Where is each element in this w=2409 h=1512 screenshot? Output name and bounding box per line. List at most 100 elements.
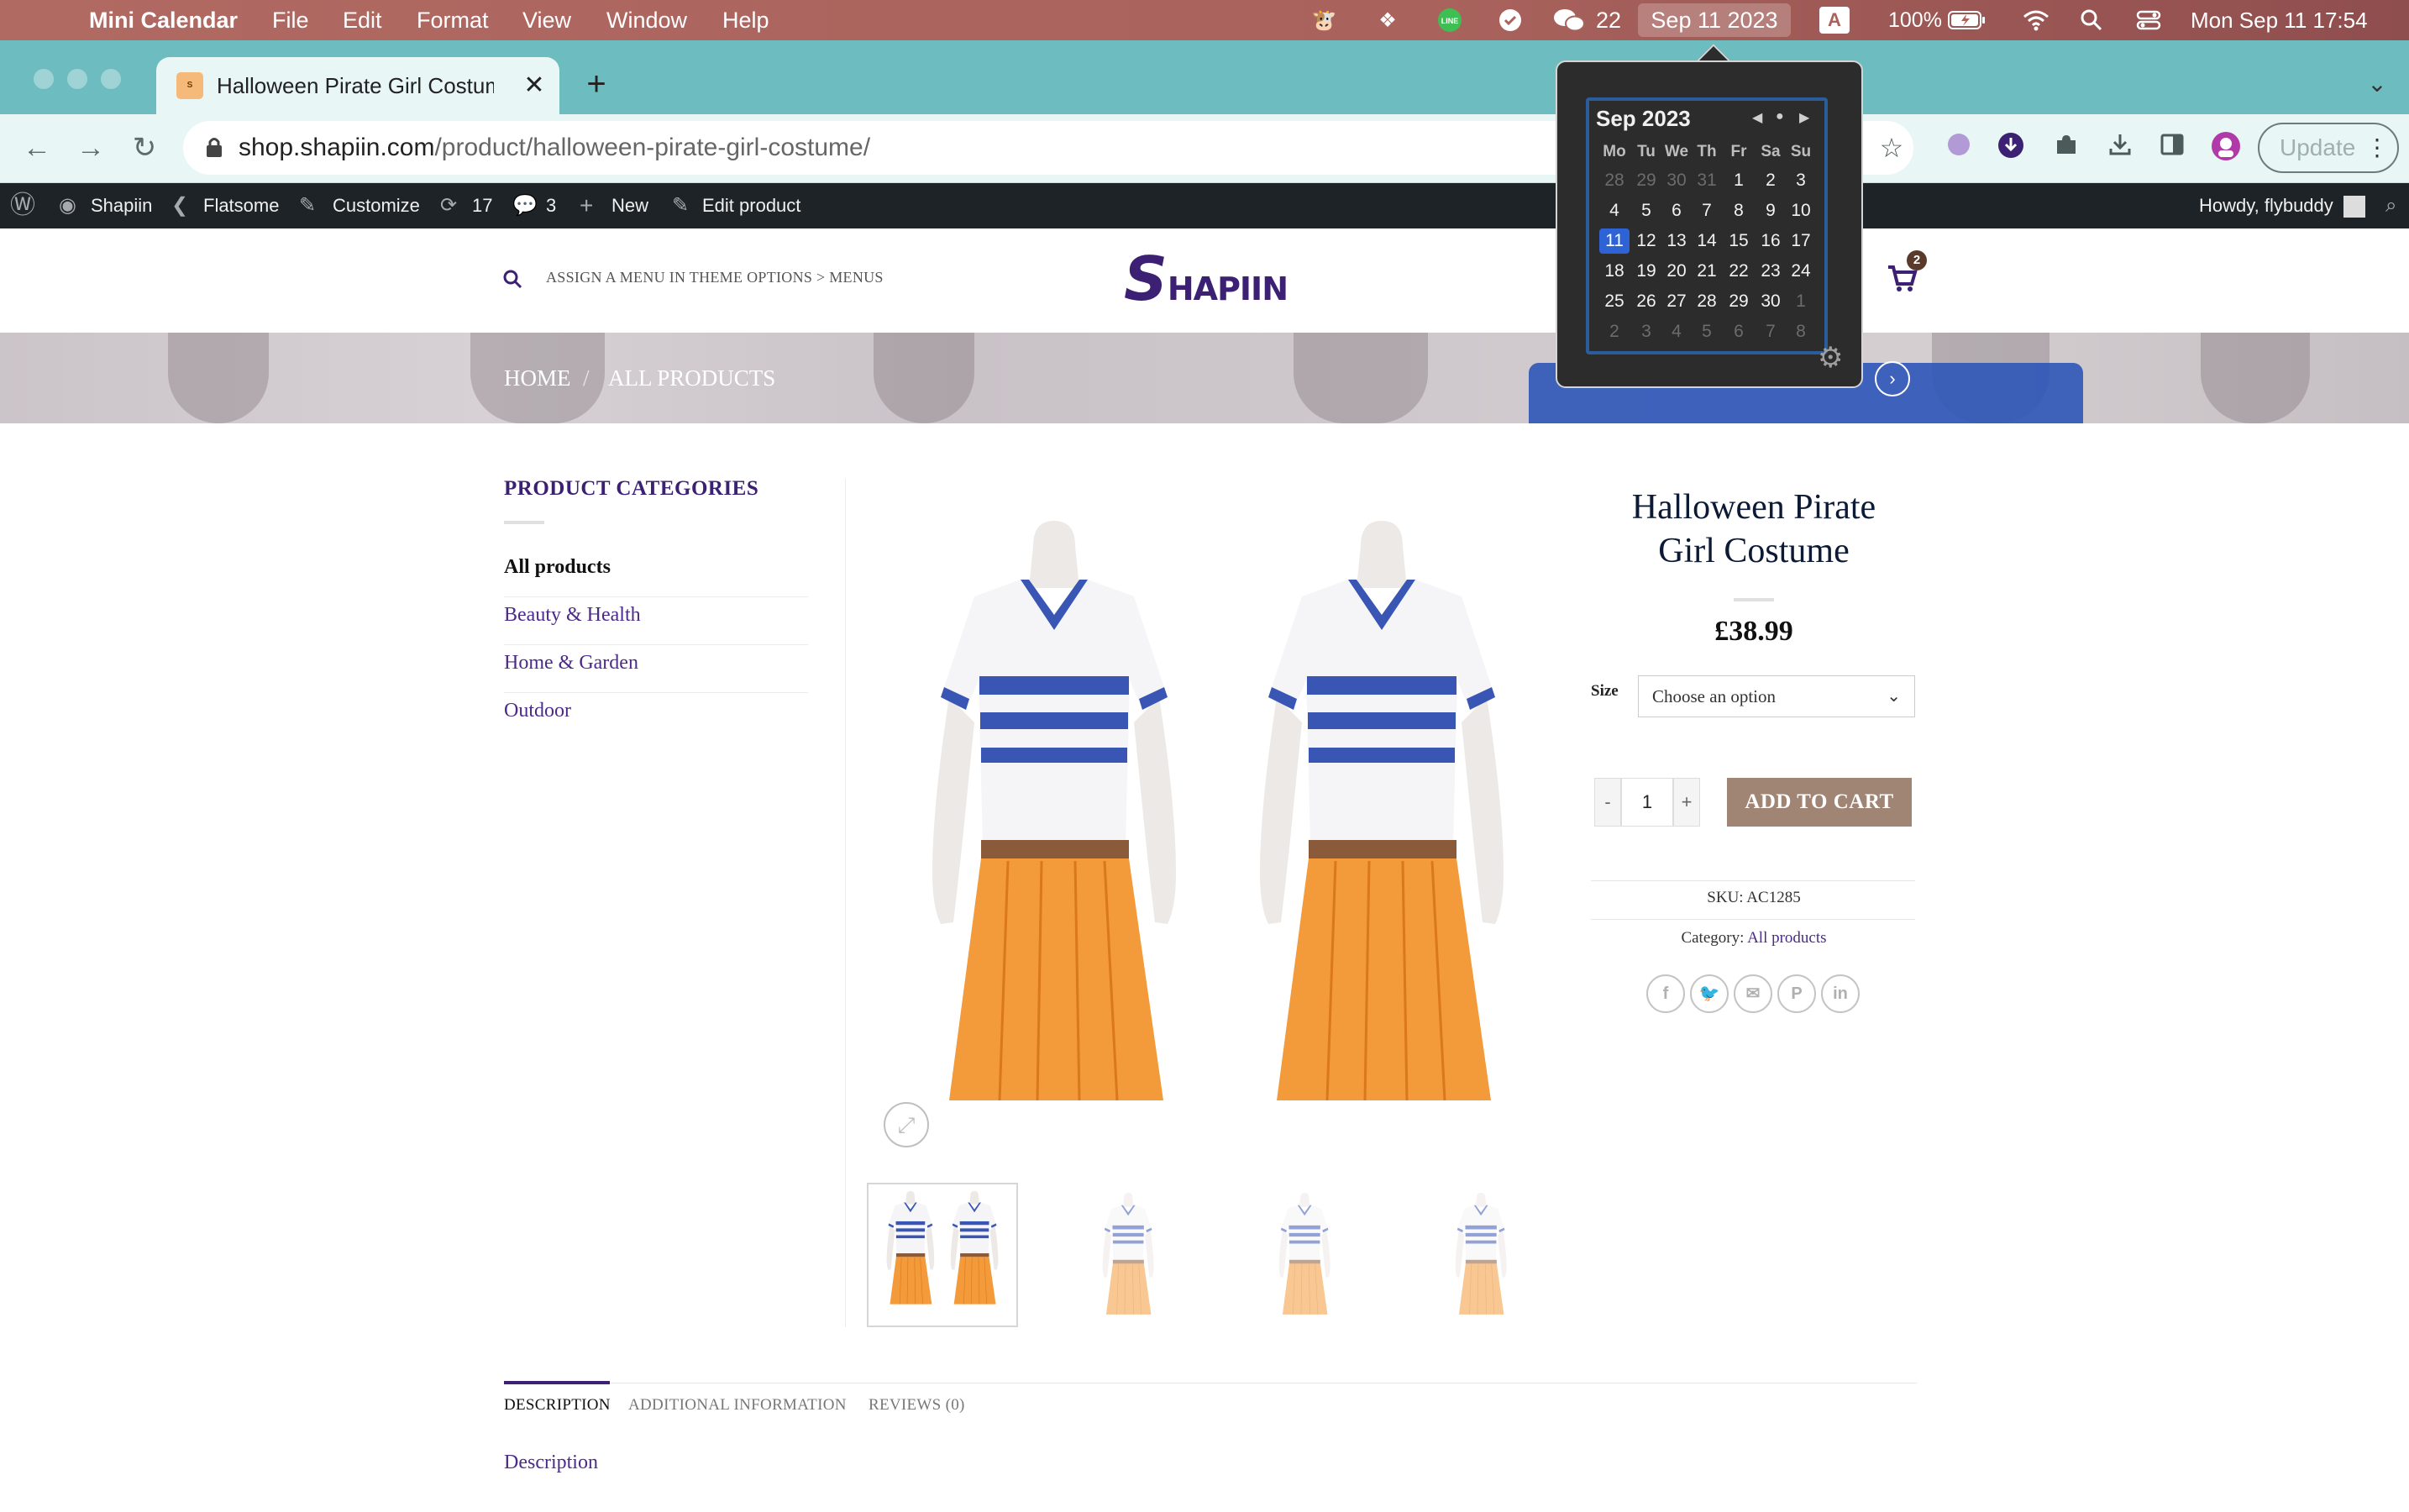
site-logo[interactable]: SHAPIIN bbox=[1124, 244, 1288, 314]
calendar-day[interactable]: 8 bbox=[1724, 198, 1754, 223]
calendar-day[interactable]: 25 bbox=[1599, 289, 1630, 314]
calendar-settings-gear-icon[interactable]: ⚙ bbox=[1818, 341, 1843, 375]
control-center-icon[interactable] bbox=[2135, 7, 2162, 34]
wechat-icon[interactable] bbox=[1551, 7, 1588, 34]
wp-customize-link[interactable]: Customize bbox=[333, 183, 420, 228]
extensions-puzzle-icon[interactable] bbox=[2049, 131, 2083, 165]
new-tab-button[interactable]: + bbox=[580, 64, 613, 104]
calendar-day[interactable]: 16 bbox=[1756, 228, 1786, 254]
product-main-image[interactable] bbox=[874, 521, 1546, 1126]
calendar-day[interactable]: 6 bbox=[1661, 198, 1692, 223]
calendar-day[interactable]: 17 bbox=[1786, 228, 1816, 254]
sidebar-item-outdoor[interactable]: Outdoor bbox=[504, 693, 808, 741]
app-menu[interactable]: Mini Calendar bbox=[89, 0, 238, 40]
calendar-day[interactable]: 13 bbox=[1661, 228, 1692, 254]
calendar-day[interactable]: 10 bbox=[1786, 198, 1816, 223]
window-close-button[interactable] bbox=[34, 69, 54, 89]
menu-hint-text[interactable]: ASSIGN A MENU IN THEME OPTIONS > MENUS bbox=[546, 269, 884, 286]
calendar-day[interactable]: 1 bbox=[1786, 289, 1816, 314]
calendar-day[interactable]: 26 bbox=[1631, 289, 1661, 314]
quantity-minus-button[interactable]: - bbox=[1594, 778, 1621, 827]
calendar-day[interactable]: 3 bbox=[1631, 319, 1661, 344]
calendar-day[interactable]: 8 bbox=[1786, 319, 1816, 344]
calendar-day[interactable]: 4 bbox=[1599, 198, 1630, 223]
profile-avatar-icon[interactable] bbox=[2209, 131, 2243, 165]
chrome-update-button[interactable]: Update ⋮ bbox=[2258, 123, 2399, 173]
bear-app-icon[interactable]: 🐮 bbox=[1310, 7, 1337, 34]
calendar-day[interactable]: 23 bbox=[1756, 259, 1786, 284]
window-zoom-button[interactable] bbox=[101, 69, 121, 89]
input-source-icon[interactable]: A bbox=[1819, 7, 1850, 34]
tab-search-chevron-icon[interactable]: ⌄ bbox=[2360, 66, 2394, 102]
tab-reviews[interactable]: REVIEWS (0) bbox=[869, 1396, 965, 1415]
twitter-share-icon[interactable]: 🐦 bbox=[1690, 974, 1729, 1013]
tab-description[interactable]: DESCRIPTION bbox=[504, 1396, 611, 1415]
add-to-cart-button[interactable]: ADD TO CART bbox=[1727, 778, 1912, 827]
wp-theme-link[interactable]: Flatsome bbox=[203, 183, 279, 228]
sidebar-item-beauty-health[interactable]: Beauty & Health bbox=[504, 597, 808, 645]
browser-tab[interactable]: S Halloween Pirate Girl Costume ✕ bbox=[156, 57, 559, 114]
site-search-icon[interactable] bbox=[502, 269, 524, 291]
wifi-icon[interactable] bbox=[2023, 7, 2049, 34]
calendar-day[interactable]: 30 bbox=[1756, 289, 1786, 314]
previous-month-icon[interactable]: ◀ bbox=[1752, 109, 1762, 126]
menu-view[interactable]: View bbox=[522, 0, 571, 40]
checkmark-app-icon[interactable] bbox=[1497, 7, 1524, 34]
calendar-day[interactable]: 9 bbox=[1756, 198, 1786, 223]
dropbox-icon[interactable]: ❖ bbox=[1374, 7, 1401, 34]
calendar-day[interactable]: 7 bbox=[1756, 319, 1786, 344]
calendar-day[interactable]: 15 bbox=[1724, 228, 1754, 254]
calendar-day[interactable]: 28 bbox=[1599, 168, 1630, 193]
quantity-plus-button[interactable]: + bbox=[1673, 778, 1700, 827]
calendar-day[interactable]: 3 bbox=[1786, 168, 1816, 193]
calendar-day[interactable]: 5 bbox=[1631, 198, 1661, 223]
facebook-share-icon[interactable]: f bbox=[1646, 974, 1685, 1013]
zoom-expand-icon[interactable]: ⤢ bbox=[884, 1102, 929, 1147]
tab-close-icon[interactable]: ✕ bbox=[519, 71, 549, 101]
menubar-clock[interactable]: Mon Sep 11 17:54 bbox=[2191, 0, 2368, 40]
linkedin-share-icon[interactable]: in bbox=[1821, 974, 1860, 1013]
breadcrumb-current[interactable]: ALL PRODUCTS bbox=[608, 361, 775, 395]
quantity-input[interactable]: 1 bbox=[1621, 778, 1673, 827]
sidebar-item-all-products[interactable]: All products bbox=[504, 549, 808, 597]
wp-new-link[interactable]: New bbox=[611, 183, 648, 228]
menu-file[interactable]: File bbox=[272, 0, 309, 40]
line-app-icon[interactable]: LINE bbox=[1436, 7, 1463, 34]
downloads-icon[interactable] bbox=[2103, 131, 2137, 165]
back-button[interactable]: ← bbox=[18, 129, 55, 166]
user-avatar[interactable] bbox=[2343, 183, 2365, 228]
calendar-day[interactable]: 2 bbox=[1756, 168, 1786, 193]
calendar-day[interactable]: 1 bbox=[1724, 168, 1754, 193]
wp-howdy-user[interactable]: Howdy, flybuddy bbox=[2199, 183, 2333, 228]
window-minimize-button[interactable] bbox=[67, 69, 87, 89]
bookmark-star-icon[interactable]: ☆ bbox=[1875, 131, 1908, 165]
wp-search-icon[interactable]: ⌕ bbox=[2385, 183, 2396, 228]
calendar-day[interactable]: 30 bbox=[1661, 168, 1692, 193]
calendar-day[interactable]: 6 bbox=[1724, 319, 1754, 344]
side-panel-icon[interactable] bbox=[2155, 131, 2189, 165]
forward-button[interactable]: → bbox=[72, 129, 109, 166]
calendar-day[interactable]: 4 bbox=[1661, 319, 1692, 344]
current-month-dot-icon[interactable]: ● bbox=[1776, 109, 1784, 124]
thumbnail-1[interactable] bbox=[867, 1183, 1018, 1327]
menu-window[interactable]: Window bbox=[606, 0, 687, 40]
email-share-icon[interactable]: ✉ bbox=[1734, 974, 1772, 1013]
calendar-day[interactable]: 20 bbox=[1661, 259, 1692, 284]
next-month-icon[interactable]: ▶ bbox=[1799, 109, 1809, 126]
wordpress-logo-icon[interactable]: Ⓦ bbox=[10, 183, 35, 228]
menu-help[interactable]: Help bbox=[722, 0, 769, 40]
reload-button[interactable]: ↻ bbox=[126, 129, 163, 166]
breadcrumb-home[interactable]: HOME bbox=[504, 361, 571, 395]
extension-circle-icon[interactable] bbox=[1942, 131, 1976, 165]
wp-edit-product-link[interactable]: Edit product bbox=[702, 183, 800, 228]
category-link[interactable]: All products bbox=[1747, 929, 1826, 947]
calendar-day[interactable]: 29 bbox=[1724, 289, 1754, 314]
pinterest-share-icon[interactable]: P bbox=[1777, 974, 1816, 1013]
calendar-day[interactable]: 14 bbox=[1692, 228, 1722, 254]
download-extension-icon[interactable] bbox=[1994, 131, 2028, 165]
battery-icon[interactable] bbox=[1947, 7, 1987, 34]
calendar-day[interactable]: 31 bbox=[1692, 168, 1722, 193]
calendar-day[interactable]: 18 bbox=[1599, 259, 1630, 284]
calendar-day[interactable]: 5 bbox=[1692, 319, 1722, 344]
tab-additional-information[interactable]: ADDITIONAL INFORMATION bbox=[628, 1396, 847, 1415]
